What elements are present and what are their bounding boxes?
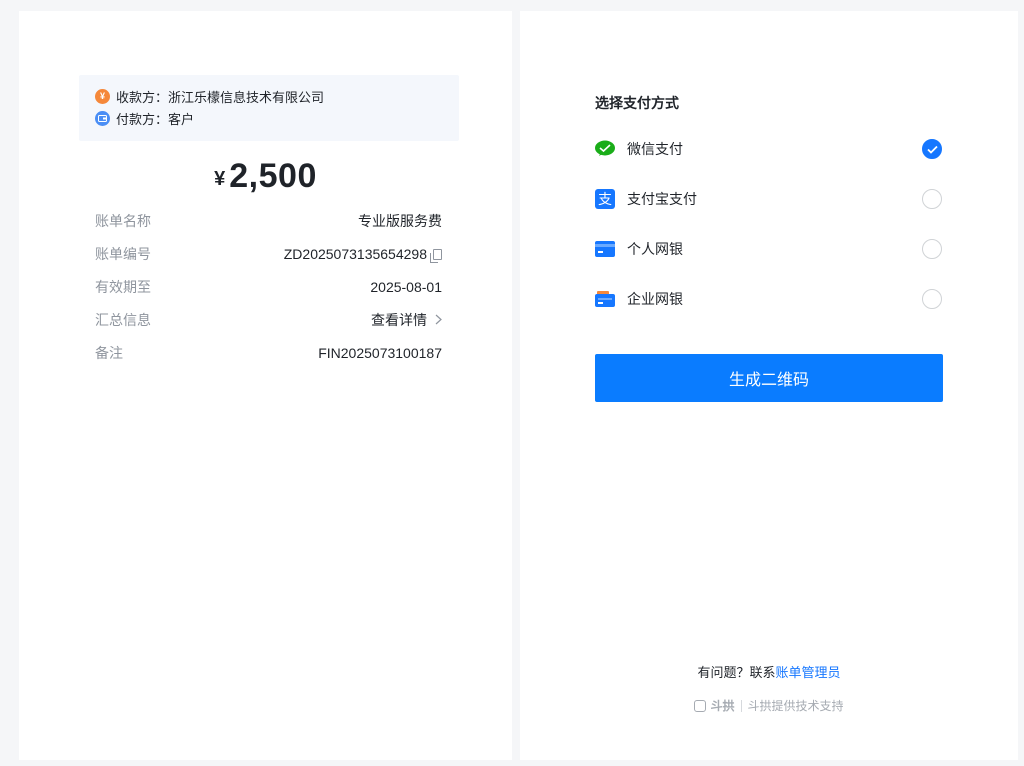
expiry-value: 2025-08-01 xyxy=(370,279,442,295)
expiry-row: 有效期至 2025-08-01 xyxy=(95,277,442,297)
personal-bank-card-icon xyxy=(595,239,615,259)
alipay-radio[interactable] xyxy=(922,189,942,209)
powered-by-footer: 斗拱 斗拱提供技术支持 xyxy=(520,697,1018,714)
help-prefix: 有问题？联系 xyxy=(697,665,776,680)
bill-number-row: 账单编号 ZD2025073135654298 xyxy=(95,244,442,264)
brand-logo: 斗拱 xyxy=(694,697,735,714)
view-details-link[interactable]: 查看详情 xyxy=(371,310,442,330)
remark-row: 备注 FIN2025073100187 xyxy=(95,343,442,363)
summary-row: 汇总信息 查看详情 xyxy=(95,310,442,330)
brand-name: 斗拱 xyxy=(710,699,735,713)
copy-icon[interactable] xyxy=(430,248,442,263)
personal-bank-label: 个人网银 xyxy=(627,241,683,257)
payee-name: 浙江乐檬信息技术有限公司 xyxy=(168,89,325,105)
chevron-right-icon xyxy=(435,312,442,328)
payment-method-alipay[interactable]: 支 支付宝支付 xyxy=(595,187,942,211)
wallet-icon xyxy=(95,110,110,126)
enterprise-bank-radio[interactable] xyxy=(922,289,942,309)
bill-number-value: ZD2025073135654298 xyxy=(283,246,427,262)
powered-by-text: 斗拱提供技术支持 xyxy=(747,699,844,713)
wechat-pay-icon xyxy=(595,139,615,159)
view-details-label: 查看详情 xyxy=(371,312,427,328)
expiry-key: 有效期至 xyxy=(95,279,151,295)
payment-method-enterprise-bank[interactable]: 企业网银 xyxy=(595,287,942,311)
payee-label: 收款方： xyxy=(116,89,169,105)
payment-method-personal-bank[interactable]: 个人网银 xyxy=(595,237,942,261)
brand-mark-icon xyxy=(694,699,707,712)
payer-row: 付款方： 客户 xyxy=(95,108,194,128)
payment-panel: 选择支付方式 微信支付 支 支付宝支付 个人网银 企业网银 生成二维码 有问题？… xyxy=(520,11,1018,760)
enterprise-bank-card-icon xyxy=(595,289,615,309)
bill-name-key: 账单名称 xyxy=(95,213,151,229)
summary-key: 汇总信息 xyxy=(95,312,151,328)
payer-name: 客户 xyxy=(168,111,195,127)
check-icon xyxy=(926,145,938,154)
wechat-pay-radio[interactable] xyxy=(922,139,942,159)
alipay-label: 支付宝支付 xyxy=(627,191,697,207)
currency-symbol: ¥ xyxy=(214,168,226,190)
payer-label: 付款方： xyxy=(116,111,169,127)
bill-panel: ¥ 收款方： 浙江乐檬信息技术有限公司 付款方： 客户 ¥2,500 账单名称 … xyxy=(19,11,512,760)
payee-row: ¥ 收款方： 浙江乐檬信息技术有限公司 xyxy=(95,86,324,106)
bill-number-key: 账单编号 xyxy=(95,246,151,262)
enterprise-bank-label: 企业网银 xyxy=(627,291,683,307)
bill-amount: ¥2,500 xyxy=(19,157,512,196)
payment-method-title: 选择支付方式 xyxy=(595,95,679,111)
bill-number-wrap: ZD2025073135654298 xyxy=(283,246,442,263)
party-info-box: ¥ 收款方： 浙江乐檬信息技术有限公司 付款方： 客户 xyxy=(79,75,459,141)
amount-value: 2,500 xyxy=(229,157,317,195)
alipay-icon: 支 xyxy=(595,189,615,209)
yuan-icon: ¥ xyxy=(95,88,110,104)
contact-admin-link[interactable]: 账单管理员 xyxy=(776,665,841,680)
generate-qrcode-button[interactable]: 生成二维码 xyxy=(595,354,943,402)
remark-value: FIN2025073100187 xyxy=(318,345,442,361)
wechat-pay-label: 微信支付 xyxy=(627,141,683,157)
bill-name-row: 账单名称 专业版服务费 xyxy=(95,211,442,231)
remark-key: 备注 xyxy=(95,345,123,361)
bill-name-value: 专业版服务费 xyxy=(358,213,442,229)
payment-method-wechat[interactable]: 微信支付 xyxy=(595,137,942,161)
footer-divider xyxy=(740,699,742,712)
svg-text:支: 支 xyxy=(598,192,612,208)
personal-bank-radio[interactable] xyxy=(922,239,942,259)
help-text: 有问题？联系账单管理员 xyxy=(520,662,1018,681)
